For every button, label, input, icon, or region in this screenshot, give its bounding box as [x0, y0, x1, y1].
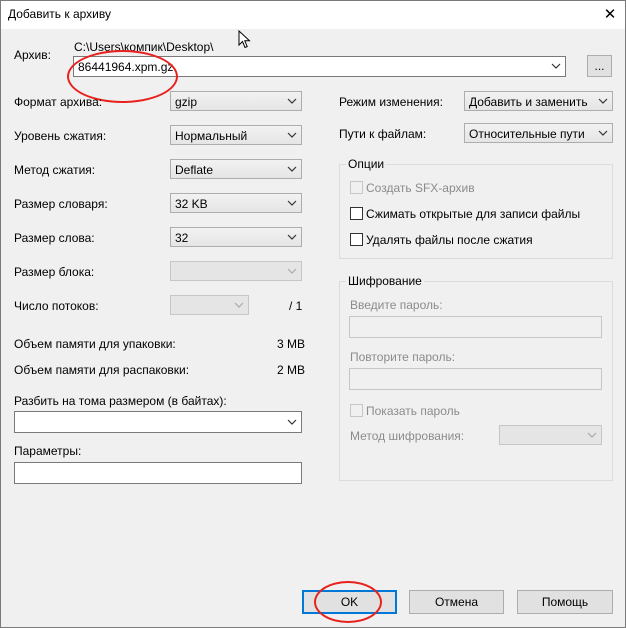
chevron-down-icon: [597, 124, 609, 142]
sfx-checkbox: [350, 181, 363, 194]
chevron-down-icon: [233, 296, 245, 314]
show-password-label: Показать пароль: [366, 404, 460, 418]
shared-files-label[interactable]: Сжимать открытые для записи файлы: [366, 207, 580, 221]
block-label: Размер блока:: [14, 265, 95, 279]
chevron-down-icon[interactable]: [286, 413, 298, 431]
archive-label: Архив:: [14, 48, 51, 62]
mode-value: Добавить и заменить: [469, 95, 588, 109]
archive-name-value: 86441964.xpm.gz: [78, 60, 174, 74]
title-bar: Добавить к архиву ✕: [1, 1, 625, 29]
add-to-archive-dialog: Добавить к архиву ✕ Архив: C:\Users\комп…: [0, 0, 626, 628]
enc-repeat-input: [349, 368, 602, 390]
close-icon[interactable]: ✕: [595, 1, 625, 29]
enc-repeat-label: Повторите пароль:: [350, 350, 456, 364]
word-value: 32: [175, 231, 189, 245]
paths-value: Относительные пути: [469, 127, 585, 141]
format-value: gzip: [175, 95, 198, 109]
shared-files-checkbox[interactable]: [350, 207, 363, 220]
split-volume-combo[interactable]: [14, 411, 302, 433]
window-title: Добавить к архиву: [8, 7, 111, 21]
params-label: Параметры:: [14, 444, 82, 458]
delete-after-label[interactable]: Удалять файлы после сжатия: [366, 233, 533, 247]
method-select[interactable]: Deflate: [170, 159, 302, 179]
word-label: Размер слова:: [14, 231, 95, 245]
dict-label: Размер словаря:: [14, 197, 108, 211]
params-input[interactable]: [14, 462, 302, 484]
threads-label: Число потоков:: [14, 299, 99, 313]
chevron-down-icon: [286, 228, 298, 246]
browse-button[interactable]: ...: [587, 55, 612, 77]
level-label: Уровень сжатия:: [14, 129, 107, 143]
enc-password-input: [349, 316, 602, 338]
show-password-checkbox: [350, 404, 363, 417]
format-select[interactable]: gzip: [170, 91, 302, 111]
enc-method-label: Метод шифрования:: [350, 429, 465, 443]
mem-pack-value: 3 MB: [277, 337, 306, 351]
dict-select[interactable]: 32 KB: [170, 193, 302, 213]
format-label: Формат архива:: [14, 95, 103, 109]
archive-name-combo[interactable]: 86441964.xpm.gz: [73, 56, 566, 77]
paths-select[interactable]: Относительные пути: [464, 123, 613, 143]
chevron-down-icon: [286, 194, 298, 212]
chevron-down-icon: [597, 92, 609, 110]
chevron-down-icon[interactable]: [550, 57, 562, 75]
chevron-down-icon: [286, 160, 298, 178]
chevron-down-icon: [286, 262, 298, 280]
help-button[interactable]: Помощь: [517, 590, 613, 614]
mode-select[interactable]: Добавить и заменить: [464, 91, 613, 111]
split-label: Разбить на тома размером (в байтах):: [14, 394, 227, 408]
ok-button[interactable]: OK: [302, 590, 397, 614]
mem-unpack-value: 2 MB: [277, 363, 306, 377]
enc-method-select: [499, 425, 602, 445]
threads-total: / 1: [289, 299, 303, 313]
mem-unpack-label: Объем памяти для распаковки:: [14, 363, 190, 377]
chevron-down-icon: [586, 426, 598, 444]
archive-path: C:\Users\компик\Desktop\: [74, 40, 214, 54]
block-select: [170, 261, 302, 281]
paths-label: Пути к файлам:: [339, 127, 427, 141]
mode-label: Режим изменения:: [339, 95, 443, 109]
options-title: Опции: [346, 157, 387, 171]
dict-value: 32 KB: [175, 197, 208, 211]
mem-pack-label: Объем памяти для упаковки:: [14, 337, 176, 351]
sfx-label: Создать SFX-архив: [366, 181, 475, 195]
level-select[interactable]: Нормальный: [170, 125, 302, 145]
enc-password-label: Введите пароль:: [350, 298, 443, 312]
mouse-cursor-icon: [238, 30, 251, 49]
encryption-title: Шифрование: [346, 274, 424, 288]
cancel-button[interactable]: Отмена: [409, 590, 504, 614]
delete-after-checkbox[interactable]: [350, 233, 363, 246]
method-value: Deflate: [175, 163, 214, 177]
level-value: Нормальный: [175, 129, 248, 143]
chevron-down-icon: [286, 126, 298, 144]
chevron-down-icon: [286, 92, 298, 110]
method-label: Метод сжатия:: [14, 163, 96, 177]
threads-select: [170, 295, 249, 315]
word-select[interactable]: 32: [170, 227, 302, 247]
